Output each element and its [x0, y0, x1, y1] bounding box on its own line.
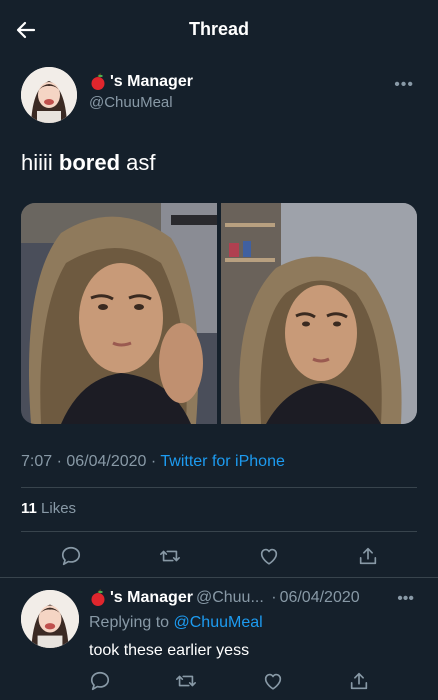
replying-mention[interactable]: @ChuuMeal [174, 614, 263, 631]
tweet-source[interactable]: Twitter for iPhone [160, 453, 285, 470]
avatar[interactable] [21, 67, 77, 123]
tweet-text-bold: bored [58, 150, 121, 175]
reply-date-sep: · [266, 589, 277, 606]
reply-avatar[interactable] [21, 590, 79, 648]
tweet-photo-2[interactable] [220, 203, 418, 424]
share-icon[interactable] [357, 545, 379, 567]
apple-emoji-icon [89, 73, 107, 91]
tweet-text-end: asf [120, 150, 156, 175]
reply-actions [89, 670, 370, 692]
replying-to: Replying to @ChuuMeal [89, 614, 263, 632]
tweet-time[interactable]: 7:07 [21, 453, 52, 470]
author-name-label: 's Manager [110, 73, 193, 90]
divider [21, 487, 417, 488]
like-icon[interactable] [258, 545, 280, 567]
page-title: Thread [188, 19, 249, 39]
likes-count[interactable]: 11 Likes [21, 500, 76, 517]
divider [21, 531, 417, 532]
tweet-text: hiiii bored asf [21, 150, 156, 176]
reply-header: 's Manager @Chuu... · 06/04/2020 [89, 589, 360, 607]
likes-number: 11 [21, 500, 37, 517]
reply-handle[interactable]: @Chuu... [196, 589, 264, 607]
replying-prefix: Replying to [89, 614, 170, 631]
tweet-date[interactable]: 06/04/2020 [66, 453, 146, 470]
retweet-icon[interactable] [159, 545, 181, 567]
reply-date[interactable]: 06/04/2020 [280, 589, 360, 607]
tweet-actions [21, 542, 417, 570]
reply-icon[interactable] [60, 545, 82, 567]
likes-label: Likes [41, 500, 77, 517]
more-icon[interactable]: ••• [394, 76, 414, 94]
top-bar: Thread [0, 0, 438, 58]
tweet-media [21, 203, 417, 424]
more-icon[interactable]: ••• [397, 590, 414, 608]
divider [0, 577, 438, 578]
reply-author-name[interactable]: 's Manager [110, 589, 193, 607]
tweet-timestamp: 7:07 · 06/04/2020 · Twitter for iPhone [21, 453, 285, 470]
apple-emoji-icon [89, 589, 107, 607]
tweet-photo-1[interactable] [21, 203, 218, 424]
author-handle[interactable]: @ChuuMeal [89, 94, 193, 111]
tweet-text-start: hiiii [21, 150, 59, 175]
retweet-icon[interactable] [175, 670, 197, 692]
tweet-author: 's Manager @ChuuMeal [89, 73, 193, 111]
reply-icon[interactable] [89, 670, 111, 692]
reply-text: took these earlier yess [89, 642, 250, 659]
share-icon[interactable] [348, 670, 370, 692]
author-name[interactable]: 's Manager [89, 73, 193, 91]
like-icon[interactable] [262, 670, 284, 692]
